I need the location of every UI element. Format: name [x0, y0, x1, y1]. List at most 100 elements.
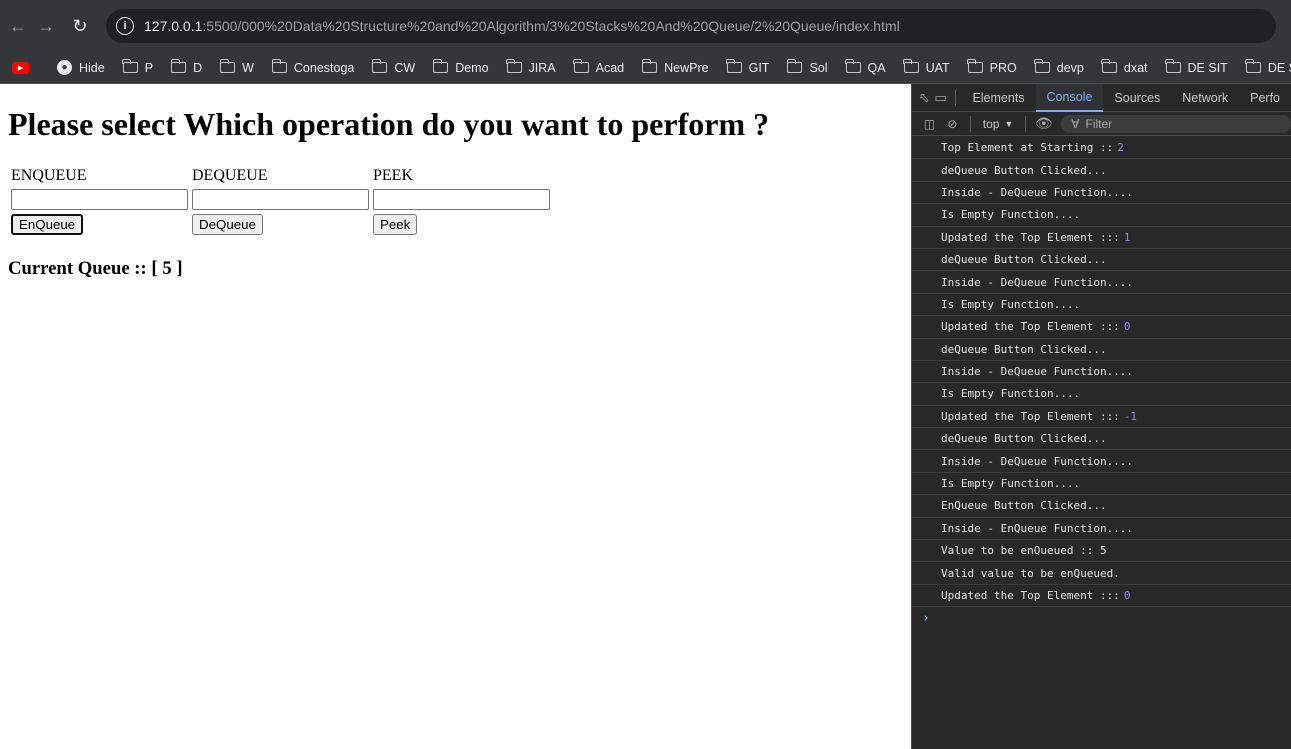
reload-icon[interactable]: ↻ — [62, 8, 98, 44]
console-filter-input[interactable]: ∀ Filter — [1061, 114, 1291, 133]
console-toolbar: ◫ ⊘ top ▼ 👁 ∀ Filter — [912, 112, 1291, 136]
enqueue-label: ENQUEUE — [11, 167, 87, 184]
enqueue-button[interactable]: EnQueue — [11, 214, 84, 235]
console-message: Inside - DeQueue Function.... — [912, 361, 1291, 384]
console-message: Is Empty Function.... — [912, 294, 1291, 317]
filter-placeholder: Filter — [1085, 116, 1113, 131]
dequeue-section: DEQUEUE DeQueue — [192, 167, 369, 235]
tab-sources[interactable]: Sources — [1103, 84, 1171, 112]
console-message: Updated the Top Element ::: 0 — [912, 585, 1291, 608]
bookmark-item[interactable]: Conestoga — [271, 59, 354, 75]
folder-icon — [787, 59, 803, 73]
bookmark-item[interactable]: Sol — [787, 59, 828, 75]
console-prompt[interactable]: › — [912, 607, 1291, 629]
peek-label: PEEK — [373, 167, 413, 184]
tab-network[interactable]: Network — [1171, 84, 1239, 112]
url-path: :5500/000%20Data%20Structure%20and%20Alg… — [202, 18, 900, 34]
folder-icon — [271, 59, 287, 73]
folder-icon — [1101, 59, 1117, 73]
bookmark-item[interactable]: JIRA — [506, 59, 556, 75]
site-info-icon[interactable]: i — [116, 17, 134, 35]
console-message: Inside - DeQueue Function.... — [912, 182, 1291, 205]
bookmark-item[interactable]: DE SIT — [1245, 59, 1291, 75]
bookmark-item[interactable]: devp — [1034, 59, 1084, 75]
address-bar[interactable]: i 127.0.0.1:5500/000%20Data%20Structure%… — [106, 9, 1276, 43]
web-page: Please select Which operation do you wan… — [0, 84, 911, 749]
bookmark-item[interactable]: DE SIT — [1165, 59, 1228, 75]
device-toolbar-icon[interactable]: ▭ — [932, 84, 948, 112]
console-output: Top Element at Starting :: 2 deQueue Butt… — [912, 136, 1291, 629]
console-message: Is Empty Function.... — [912, 383, 1291, 406]
console-message: Updated the Top Element ::: 0 — [912, 316, 1291, 339]
divider — [954, 89, 956, 106]
folder-icon — [219, 59, 236, 73]
tab-console[interactable]: Console — [1035, 84, 1104, 112]
folder-icon — [432, 59, 449, 73]
folder-icon — [726, 59, 742, 73]
bookmark-item[interactable]: dxat — [1101, 59, 1148, 75]
divider — [1025, 115, 1027, 132]
context-selector[interactable]: top ▼ — [977, 117, 1020, 131]
divider — [969, 115, 971, 132]
console-message: Top Element at Starting :: 2 — [912, 137, 1291, 160]
url-host: 127.0.0.1 — [144, 18, 203, 34]
bookmark-item[interactable]: NewPre — [641, 59, 709, 75]
console-message: Valid value to be enQueued. — [912, 562, 1291, 585]
bookmark-item[interactable]: GIT — [726, 59, 769, 75]
console-message: Value to be enQueued :: 5 — [912, 540, 1291, 563]
folder-icon — [1165, 59, 1181, 73]
folder-icon — [967, 59, 983, 73]
tab-performance[interactable]: Perfo — [1239, 84, 1291, 112]
console-message: Inside - EnQueue Function.... — [912, 518, 1291, 541]
youtube-icon: ▶ — [12, 61, 29, 74]
console-message: Is Empty Function.... — [912, 473, 1291, 496]
folder-icon — [506, 59, 522, 73]
bookmark-item[interactable]: W — [219, 59, 254, 75]
clear-console-icon[interactable]: ⊘ — [941, 117, 964, 131]
devtools-tabbar: ⬁ ▭ Elements Console Sources Network Per… — [912, 84, 1291, 112]
bookmark-item[interactable]: CW — [371, 59, 415, 75]
folder-icon — [122, 59, 138, 73]
sidebar-toggle-icon[interactable]: ◫ — [918, 117, 941, 131]
console-message: EnQueue Button Clicked... — [912, 495, 1291, 518]
bookmark-item[interactable]: PRO — [967, 59, 1017, 75]
console-message: deQueue Button Clicked... — [912, 339, 1291, 361]
bookmark-item[interactable]: Demo — [432, 59, 489, 75]
folder-icon — [903, 59, 919, 73]
folder-icon — [371, 59, 388, 73]
devtools-panel: ⬁ ▭ Elements Console Sources Network Per… — [911, 84, 1291, 749]
bookmark-item[interactable]: QA — [845, 59, 886, 75]
peek-input[interactable] — [373, 189, 550, 210]
inspect-element-icon[interactable]: ⬁ — [916, 84, 932, 112]
console-message: Inside - DeQueue Function.... — [912, 271, 1291, 294]
browser-toolbar: ← → ↻ i 127.0.0.1:5500/000%20Data%20Stru… — [0, 0, 1291, 52]
bookmarks-bar: ▶ ● Hide P D W Conestoga CW Demo JIRA Aca… — [0, 52, 1291, 84]
forward-arrow-icon[interactable]: → — [28, 8, 64, 44]
bookmark-item[interactable]: Acad — [573, 59, 624, 75]
tab-elements[interactable]: Elements — [961, 84, 1035, 112]
bookmark-item[interactable]: UAT — [903, 59, 950, 75]
console-message: deQueue Button Clicked... — [912, 249, 1291, 272]
dropdown-arrow-icon: ▼ — [1004, 118, 1014, 129]
context-label: top — [982, 116, 1000, 131]
bookmark-item[interactable]: ● Hide — [57, 60, 105, 75]
live-expression-eye-icon[interactable]: 👁 — [1032, 115, 1055, 132]
bookmark-item[interactable]: D — [170, 59, 202, 75]
enqueue-section: ENQUEUE EnQueue — [11, 167, 188, 235]
folder-icon — [573, 59, 589, 73]
folder-icon — [1034, 59, 1050, 73]
console-message: Updated the Top Element ::: -1 — [912, 406, 1291, 429]
peek-button[interactable]: Peek — [373, 214, 418, 235]
dequeue-button[interactable]: DeQueue — [192, 214, 263, 235]
chevron-right-icon: › — [922, 610, 930, 626]
dequeue-input[interactable] — [192, 189, 369, 210]
folder-icon — [1245, 59, 1261, 73]
globe-icon: ● — [57, 60, 72, 75]
console-message: Inside - DeQueue Function.... — [912, 450, 1291, 473]
enqueue-input[interactable] — [11, 189, 188, 210]
bookmark-item[interactable]: P — [122, 59, 153, 75]
folder-icon — [170, 59, 187, 73]
folder-icon — [845, 59, 861, 73]
page-heading: Please select Which operation do you wan… — [8, 106, 770, 142]
bookmark-youtube[interactable]: ▶ — [12, 61, 39, 74]
